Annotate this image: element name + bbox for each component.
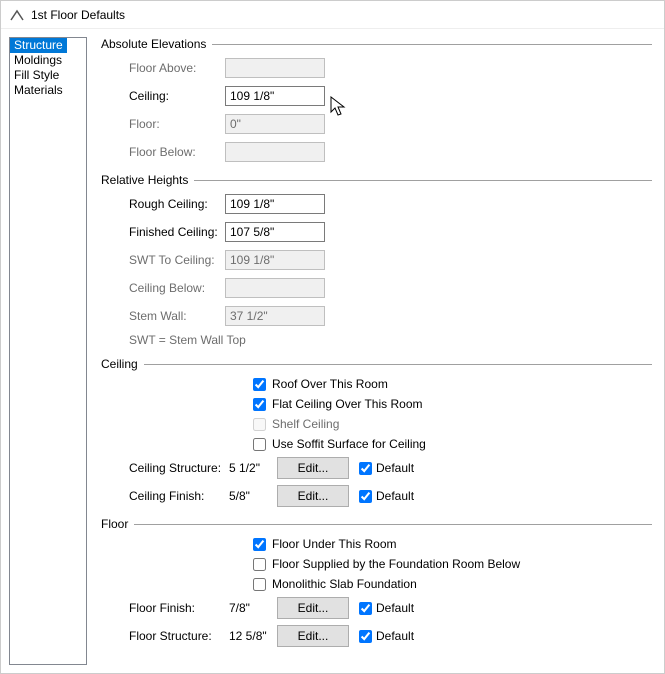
stem-wall-input: [225, 306, 325, 326]
ceiling-header: Ceiling: [101, 357, 138, 371]
ceiling-input[interactable]: [225, 86, 325, 106]
swt-to-ceiling-input: [225, 250, 325, 270]
dialog-window: 1st Floor Defaults Structure Moldings Fi…: [0, 0, 665, 674]
floor-structure-default-checkbox[interactable]: [359, 630, 372, 643]
ceiling-finish-default-checkbox[interactable]: [359, 490, 372, 503]
floor-finish-default-label: Default: [376, 601, 414, 615]
ceiling-structure-default-label: Default: [376, 461, 414, 475]
ceiling-finish-label: Ceiling Finish:: [129, 489, 229, 503]
titlebar: 1st Floor Defaults: [1, 1, 664, 29]
floor-below-label: Floor Below:: [129, 145, 225, 159]
divider: [144, 364, 652, 365]
soffit-label: Use Soffit Surface for Ceiling: [272, 437, 426, 451]
floor-below-input: [225, 142, 325, 162]
floor-under-label: Floor Under This Room: [272, 537, 397, 551]
floor-structure-label: Floor Structure:: [129, 629, 229, 643]
shelf-ceiling-label: Shelf Ceiling: [272, 417, 339, 431]
sidebar-item-moldings[interactable]: Moldings: [10, 53, 86, 68]
sidebar-item-fill-style[interactable]: Fill Style: [10, 68, 86, 83]
ceiling-finish-edit-button[interactable]: Edit...: [277, 485, 349, 507]
floor-header: Floor: [101, 517, 128, 531]
floor-structure-edit-button[interactable]: Edit...: [277, 625, 349, 647]
monolithic-checkbox[interactable]: [253, 578, 266, 591]
soffit-checkbox[interactable]: [253, 438, 266, 451]
floor-above-label: Floor Above:: [129, 61, 225, 75]
floor-group: Floor Floor Under This Room Floor Suppli…: [101, 517, 652, 647]
ceiling-structure-default-checkbox[interactable]: [359, 462, 372, 475]
ceiling-structure-value: 5 1/2": [229, 461, 277, 475]
ceiling-label: Ceiling:: [129, 89, 225, 103]
absolute-elevations-group: Absolute Elevations Floor Above: Ceiling…: [101, 37, 652, 163]
absolute-elevations-header: Absolute Elevations: [101, 37, 206, 51]
flat-ceiling-checkbox[interactable]: [253, 398, 266, 411]
floor-label: Floor:: [129, 117, 225, 131]
rough-ceiling-input[interactable]: [225, 194, 325, 214]
sidebar-item-materials[interactable]: Materials: [10, 83, 86, 98]
app-icon: [9, 7, 25, 23]
floor-under-checkbox[interactable]: [253, 538, 266, 551]
floor-finish-edit-button[interactable]: Edit...: [277, 597, 349, 619]
roof-over-label: Roof Over This Room: [272, 377, 388, 391]
stem-wall-label: Stem Wall:: [129, 309, 225, 323]
ceiling-group: Ceiling Roof Over This Room Flat Ceiling…: [101, 357, 652, 507]
floor-structure-value: 12 5/8": [229, 629, 277, 643]
floor-above-input: [225, 58, 325, 78]
floor-input: [225, 114, 325, 134]
shelf-ceiling-checkbox: [253, 418, 266, 431]
ceiling-below-input: [225, 278, 325, 298]
swt-to-ceiling-label: SWT To Ceiling:: [129, 253, 225, 267]
floor-supplied-label: Floor Supplied by the Foundation Room Be…: [272, 557, 520, 571]
floor-supplied-checkbox[interactable]: [253, 558, 266, 571]
relative-heights-group: Relative Heights Rough Ceiling: Finished…: [101, 173, 652, 347]
floor-finish-default-checkbox[interactable]: [359, 602, 372, 615]
finished-ceiling-label: Finished Ceiling:: [129, 225, 225, 239]
floor-finish-label: Floor Finish:: [129, 601, 229, 615]
ceiling-finish-default-label: Default: [376, 489, 414, 503]
monolithic-label: Monolithic Slab Foundation: [272, 577, 417, 591]
swt-note: SWT = Stem Wall Top: [129, 333, 652, 347]
flat-ceiling-label: Flat Ceiling Over This Room: [272, 397, 423, 411]
content-panel: Absolute Elevations Floor Above: Ceiling…: [87, 29, 664, 673]
divider: [212, 44, 652, 45]
window-title: 1st Floor Defaults: [31, 8, 125, 22]
ceiling-finish-value: 5/8": [229, 489, 277, 503]
rough-ceiling-label: Rough Ceiling:: [129, 197, 225, 211]
divider: [194, 180, 652, 181]
sidebar-item-structure[interactable]: Structure: [10, 38, 67, 53]
category-sidebar: Structure Moldings Fill Style Materials: [9, 37, 87, 665]
divider: [134, 524, 652, 525]
ceiling-below-label: Ceiling Below:: [129, 281, 225, 295]
ceiling-structure-label: Ceiling Structure:: [129, 461, 229, 475]
ceiling-structure-edit-button[interactable]: Edit...: [277, 457, 349, 479]
roof-over-checkbox[interactable]: [253, 378, 266, 391]
floor-structure-default-label: Default: [376, 629, 414, 643]
finished-ceiling-input[interactable]: [225, 222, 325, 242]
floor-finish-value: 7/8": [229, 601, 277, 615]
relative-heights-header: Relative Heights: [101, 173, 188, 187]
